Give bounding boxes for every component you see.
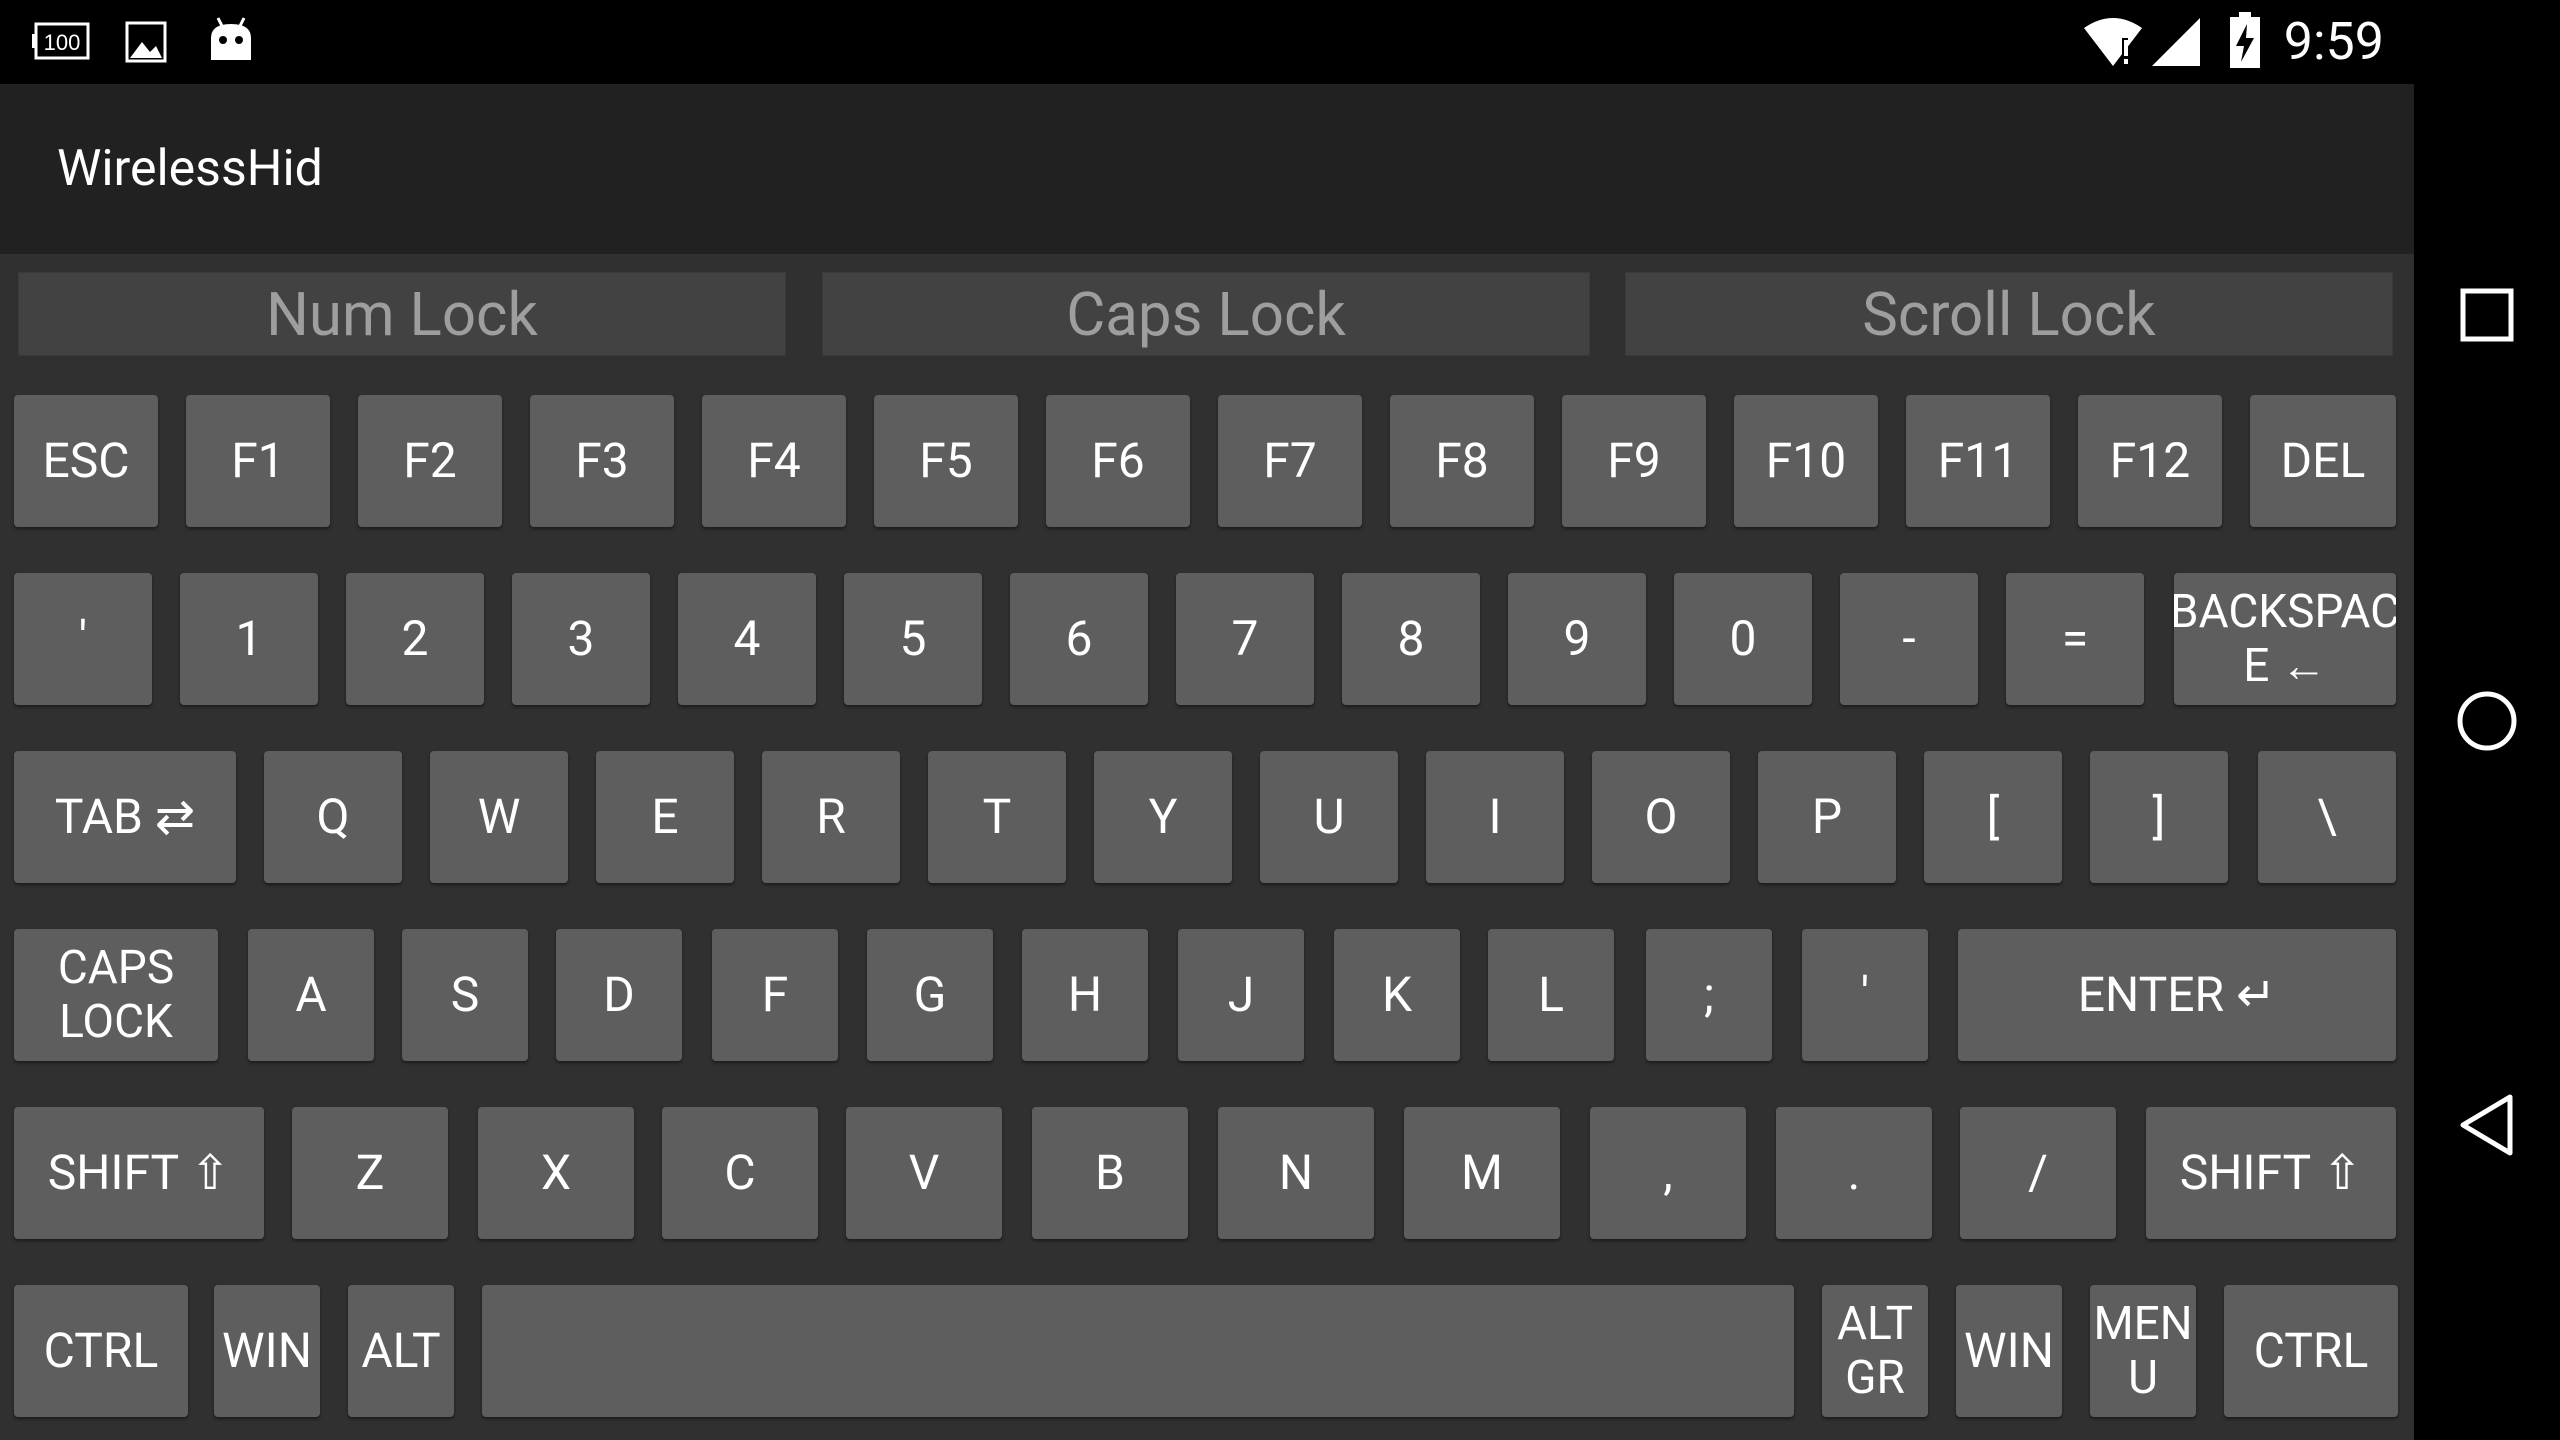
key-men-u[interactable]: MEN U [2090, 1285, 2196, 1417]
key-f10[interactable]: F10 [1734, 395, 1878, 527]
key-8[interactable]: 8 [1342, 573, 1480, 705]
app-title: WirelessHid [57, 140, 323, 198]
key-win[interactable]: WIN [214, 1285, 320, 1417]
key-r4c9[interactable]: . [1776, 1107, 1932, 1239]
key-win[interactable]: WIN [1956, 1285, 2062, 1417]
key-r1c11[interactable]: - [1840, 573, 1978, 705]
key-r2c12[interactable]: ] [2090, 751, 2228, 883]
signal-icon [2152, 18, 2200, 66]
key-k[interactable]: K [1334, 929, 1460, 1061]
navigation-bar [2414, 0, 2560, 1440]
key-f11[interactable]: F11 [1906, 395, 2050, 527]
key-3[interactable]: 3 [512, 573, 650, 705]
key-r2c13[interactable]: \ [2258, 751, 2396, 883]
key-v[interactable]: V [846, 1107, 1002, 1239]
key-f3[interactable]: F3 [530, 395, 674, 527]
key-ctrl[interactable]: CTRL [14, 1285, 188, 1417]
key-r[interactable]: R [762, 751, 900, 883]
clock: 9:59 [2283, 11, 2384, 72]
key-f6[interactable]: F6 [1046, 395, 1190, 527]
lock-indicator-2: Caps Lock [822, 272, 1590, 356]
key-c[interactable]: C [662, 1107, 818, 1239]
key-q[interactable]: Q [264, 751, 402, 883]
key-1[interactable]: 1 [180, 573, 318, 705]
home-button[interactable] [2414, 648, 2560, 794]
key-shift[interactable]: SHIFT ⇧ [14, 1107, 264, 1239]
key-space[interactable] [482, 1285, 1794, 1417]
key-f4[interactable]: F4 [702, 395, 846, 527]
key-f5[interactable]: F5 [874, 395, 1018, 527]
key-r4c10[interactable]: / [1960, 1107, 2116, 1239]
key-w[interactable]: W [430, 751, 568, 883]
recents-icon [2460, 288, 2514, 342]
key-u[interactable]: U [1260, 751, 1398, 883]
key-r1c12[interactable]: = [2006, 573, 2144, 705]
key-7[interactable]: 7 [1176, 573, 1314, 705]
keyboard-panel: Num Lock Caps Lock Scroll Lock ESC F1 F2 F3 F4 F… [0, 254, 2414, 1440]
key-t[interactable]: T [928, 751, 1066, 883]
app-bar: WirelessHid [0, 84, 2414, 254]
svg-text:100: 100 [44, 30, 81, 55]
key-alt[interactable]: ALT [348, 1285, 454, 1417]
key-f2[interactable]: F2 [358, 395, 502, 527]
battery-100-icon: 100 [32, 20, 92, 62]
back-button[interactable] [2414, 1052, 2560, 1198]
android-icon [208, 14, 254, 62]
key-b[interactable]: B [1032, 1107, 1188, 1239]
key-z[interactable]: Z [292, 1107, 448, 1239]
key-d[interactable]: D [556, 929, 682, 1061]
key-f9[interactable]: F9 [1562, 395, 1706, 527]
key-p[interactable]: P [1758, 751, 1896, 883]
back-icon [2460, 1094, 2513, 1156]
status-bar: 100 9:59 [0, 0, 2414, 84]
battery-charging-icon [2230, 12, 2260, 68]
key-alt-gr[interactable]: ALT GR [1822, 1285, 1928, 1417]
key-r2c11[interactable]: [ [1924, 751, 2062, 883]
key-h[interactable]: H [1022, 929, 1148, 1061]
key-backspac-e[interactable]: BACKSPAC E ← [2174, 573, 2396, 705]
recents-button[interactable] [2414, 242, 2560, 388]
key-del[interactable]: DEL [2250, 395, 2396, 527]
key-e[interactable]: E [596, 751, 734, 883]
key-enter[interactable]: ENTER ↵ [1958, 929, 2396, 1061]
key-y[interactable]: Y [1094, 751, 1232, 883]
key-o[interactable]: O [1592, 751, 1730, 883]
home-icon [2457, 691, 2517, 751]
key-m[interactable]: M [1404, 1107, 1560, 1239]
key-a[interactable]: A [248, 929, 374, 1061]
key-6[interactable]: 6 [1010, 573, 1148, 705]
key-caps-lock[interactable]: CAPS LOCK [14, 929, 218, 1061]
key-x[interactable]: X [478, 1107, 634, 1239]
key-r3c11[interactable]: ' [1802, 929, 1928, 1061]
key-9[interactable]: 9 [1508, 573, 1646, 705]
key-f1[interactable]: F1 [186, 395, 330, 527]
key-f7[interactable]: F7 [1218, 395, 1362, 527]
key-r1c0[interactable]: ' [14, 573, 152, 705]
wifi-icon [2082, 16, 2144, 68]
key-esc[interactable]: ESC [14, 395, 158, 527]
key-r3c10[interactable]: ; [1646, 929, 1772, 1061]
lock-indicator-1: Num Lock [18, 272, 786, 356]
key-f12[interactable]: F12 [2078, 395, 2222, 527]
key-4[interactable]: 4 [678, 573, 816, 705]
key-5[interactable]: 5 [844, 573, 982, 705]
key-2[interactable]: 2 [346, 573, 484, 705]
key-i[interactable]: I [1426, 751, 1564, 883]
key-0[interactable]: 0 [1674, 573, 1812, 705]
key-f8[interactable]: F8 [1390, 395, 1534, 527]
key-j[interactable]: J [1178, 929, 1304, 1061]
key-g[interactable]: G [867, 929, 993, 1061]
image-icon [124, 20, 168, 64]
key-shift[interactable]: SHIFT ⇧ [2146, 1107, 2396, 1239]
lock-indicator-3: Scroll Lock [1625, 272, 2393, 356]
key-ctrl[interactable]: CTRL [2224, 1285, 2398, 1417]
key-n[interactable]: N [1218, 1107, 1374, 1239]
key-tab[interactable]: TAB ⇄ [14, 751, 236, 883]
key-s[interactable]: S [402, 929, 528, 1061]
key-r4c8[interactable]: , [1590, 1107, 1746, 1239]
key-f[interactable]: F [712, 929, 838, 1061]
key-l[interactable]: L [1488, 929, 1614, 1061]
